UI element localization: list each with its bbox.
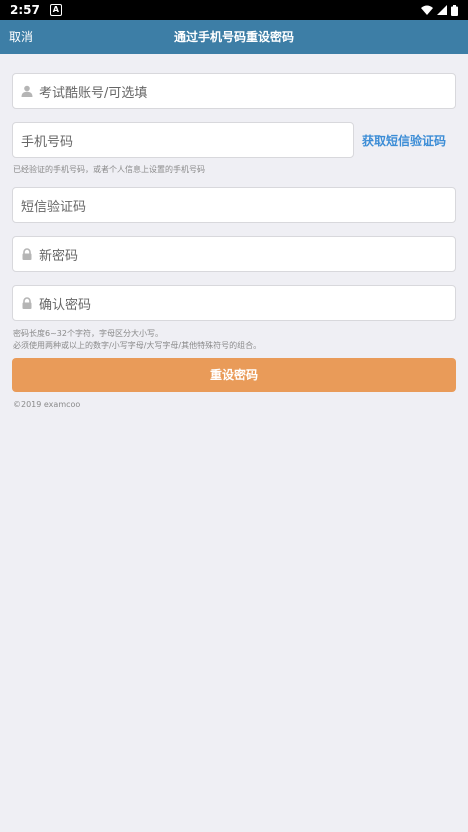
battery-icon xyxy=(451,4,458,16)
lock-icon xyxy=(22,297,32,309)
phone-placeholder: 手机号码 xyxy=(21,134,74,150)
status-right-icons xyxy=(421,4,458,16)
signal-icon xyxy=(437,5,447,15)
page-title: 通过手机号码重设密码 xyxy=(173,30,294,44)
new-password-field[interactable]: 新密码 xyxy=(12,236,456,272)
copyright-text: ©2019 examcoo xyxy=(13,400,81,409)
password-hint-length: 密码长度6~32个字符，字母区分大小写。 xyxy=(13,329,163,338)
new-password-placeholder: 新密码 xyxy=(39,248,79,264)
sms-code-placeholder: 短信验证码 xyxy=(21,199,87,215)
status-time: 2:57 xyxy=(10,3,40,17)
get-sms-code-button[interactable]: 获取短信验证码 xyxy=(362,131,446,151)
reset-password-button[interactable]: 重设密码 xyxy=(12,358,456,392)
nav-bar: 取消 通过手机号码重设密码 xyxy=(0,20,468,54)
lock-icon xyxy=(22,248,32,260)
phone-field[interactable]: 手机号码 xyxy=(12,122,354,158)
confirm-password-field[interactable]: 确认密码 xyxy=(12,285,456,321)
confirm-password-placeholder: 确认密码 xyxy=(39,297,92,313)
status-bar: 2:57 A xyxy=(0,0,468,20)
wifi-icon xyxy=(421,5,433,15)
user-icon xyxy=(21,85,33,97)
sms-code-field[interactable]: 短信验证码 xyxy=(12,187,456,223)
password-hint-complexity: 必须使用两种或以上的数字/小写字母/大写字母/其他特殊符号的组合。 xyxy=(13,341,262,350)
notification-icon: A xyxy=(49,4,62,16)
phone-hint: 已经验证的手机号码，或者个人信息上设置的手机号码 xyxy=(13,165,205,174)
account-field[interactable]: 考试酷账号/可选填 xyxy=(12,73,456,109)
account-placeholder: 考试酷账号/可选填 xyxy=(39,85,148,101)
